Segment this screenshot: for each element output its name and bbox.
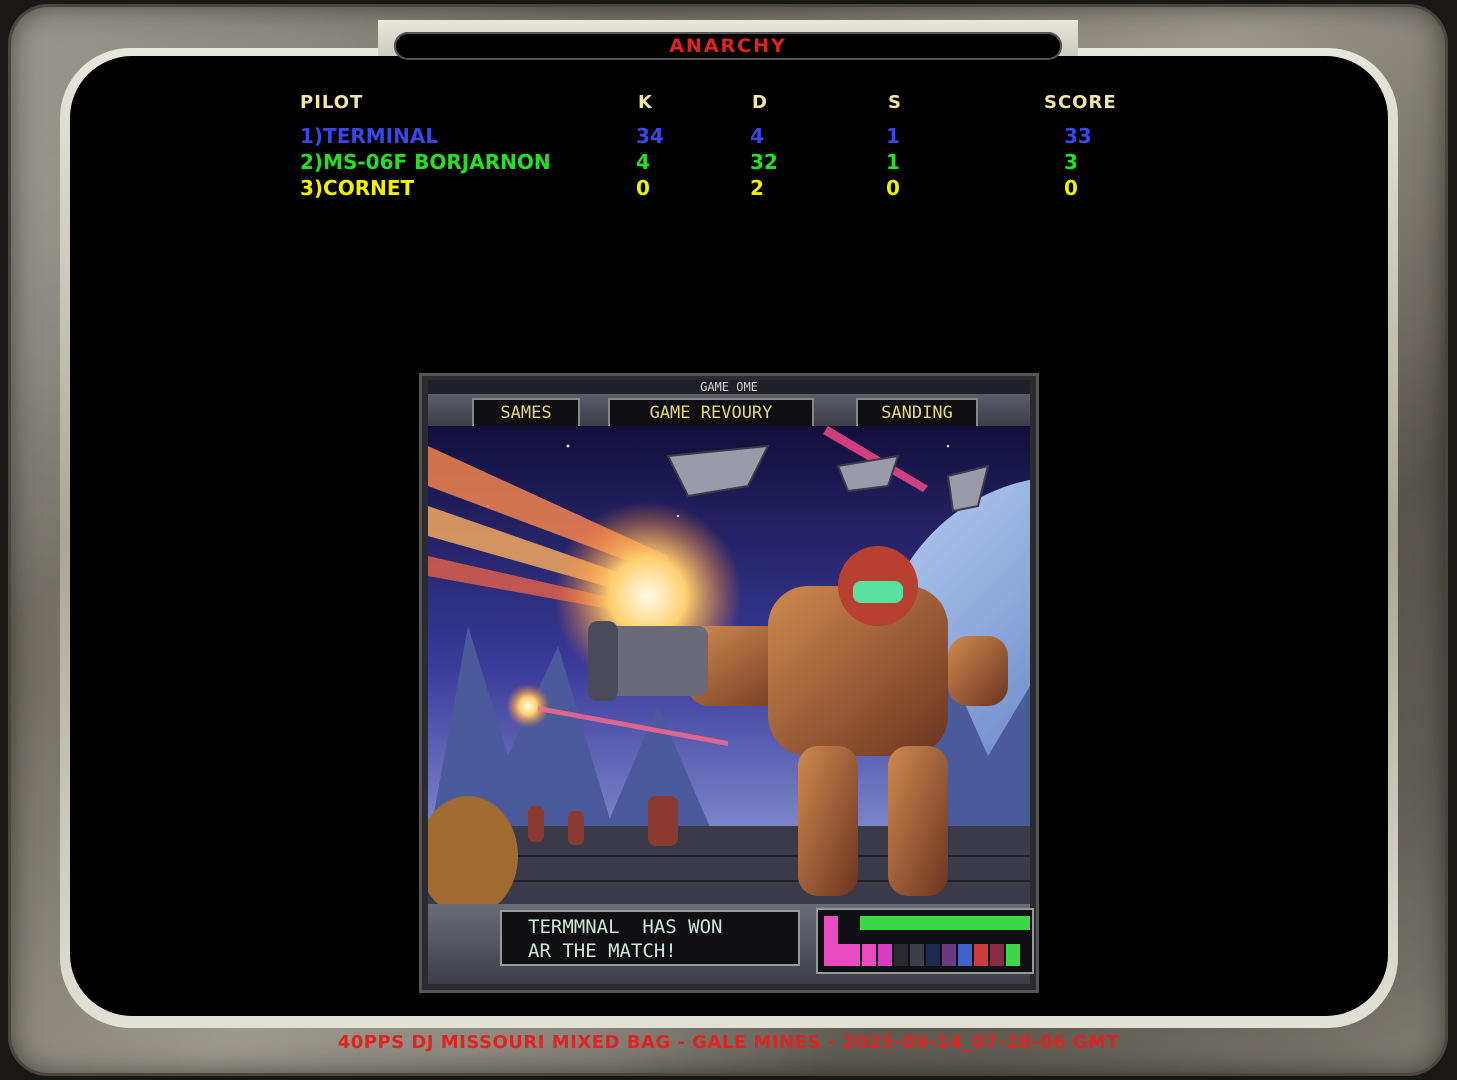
artwork-top-panel: GAME OME SAMES GAME REVOURY SANDING xyxy=(428,380,1030,428)
meter-cell xyxy=(862,944,876,966)
artwork-panel-label: SANDING xyxy=(856,398,978,428)
pilot-deaths: 4 xyxy=(750,124,764,148)
title-notch-mask xyxy=(370,56,1086,90)
status-meter-bar xyxy=(860,916,1030,930)
pilot-kills: 34 xyxy=(636,124,664,148)
artwork-bottom-panel: TERMMNAL HAS WON AR THE MATCH! xyxy=(428,904,1034,984)
artwork-panel-label: GAME REVOURY xyxy=(608,398,814,428)
pilot-name: 3)CORNET xyxy=(300,176,415,200)
battle-scene-svg xyxy=(428,426,1030,904)
pilot-suicides: 1 xyxy=(886,124,900,148)
pilot-deaths: 32 xyxy=(750,150,778,174)
status-meter-cells xyxy=(862,944,1020,966)
meter-cell xyxy=(910,944,924,966)
header-score: SCORE xyxy=(1044,92,1117,113)
pilot-suicides: 1 xyxy=(886,150,900,174)
meter-cell xyxy=(990,944,1004,966)
pilot-deaths: 2 xyxy=(750,176,764,200)
meter-cell xyxy=(926,944,940,966)
artwork-panel-label: SAMES xyxy=(472,398,580,428)
artwork-top-strip: GAME OME xyxy=(428,380,1030,394)
pilot-score: 3 xyxy=(1064,150,1078,174)
pilot-name: 1)TERMINAL xyxy=(300,124,439,148)
battle-scene-illustration xyxy=(428,426,1030,904)
server-info-footer: 40PPS DJ MISSOURI MIXED BAG - GALE MINES… xyxy=(337,1032,1120,1053)
game-mode-title: ANARCHY xyxy=(669,35,787,57)
meter-cell xyxy=(894,944,908,966)
title-bar: ANARCHY xyxy=(394,32,1062,60)
meter-cell xyxy=(958,944,972,966)
meter-cell xyxy=(878,944,892,966)
header-pilot: PILOT xyxy=(300,92,364,113)
header-suicides: S xyxy=(888,92,902,113)
pilot-suicides: 0 xyxy=(886,176,900,200)
meter-cell xyxy=(1006,944,1020,966)
match-result-artwork: GAME OME SAMES GAME REVOURY SANDING TERM… xyxy=(422,376,1036,990)
status-meter xyxy=(816,908,1034,974)
pilot-name: 2)MS-06F BORJARNON xyxy=(300,150,551,174)
pilot-kills: 0 xyxy=(636,176,650,200)
header-kills: K xyxy=(638,92,653,113)
scoreboard-row: 2)MS-06F BORJARNON 4 32 1 3 xyxy=(300,150,1200,176)
meter-cell xyxy=(974,944,988,966)
match-result-message: TERMMNAL HAS WON AR THE MATCH! xyxy=(500,910,800,966)
scoreboard-header: PILOT K D S SCORE xyxy=(300,92,1200,124)
scoreboard: PILOT K D S SCORE 1)TERMINAL 34 4 1 33 2… xyxy=(300,92,1200,202)
pilot-score: 33 xyxy=(1064,124,1092,148)
header-deaths: D xyxy=(752,92,768,113)
scoreboard-row: 3)CORNET 0 2 0 0 xyxy=(300,176,1200,202)
pilot-kills: 4 xyxy=(636,150,650,174)
pilot-score: 0 xyxy=(1064,176,1078,200)
scoreboard-row: 1)TERMINAL 34 4 1 33 xyxy=(300,124,1200,150)
meter-cell xyxy=(942,944,956,966)
